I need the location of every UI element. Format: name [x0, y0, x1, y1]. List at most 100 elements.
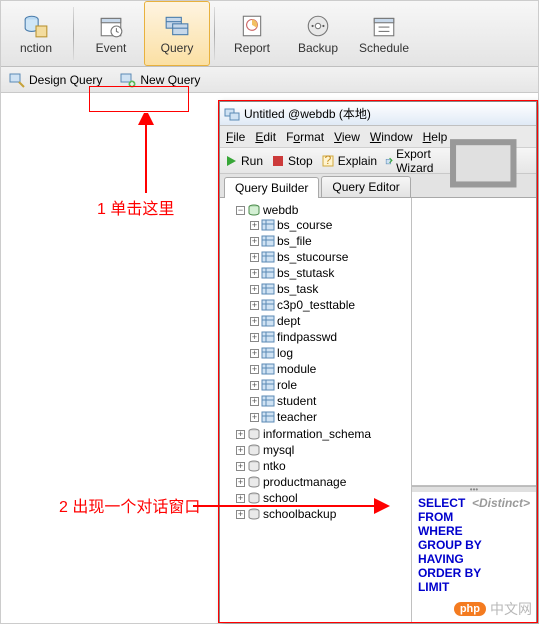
toolbar-schedule[interactable]: Schedule [351, 1, 417, 66]
dialog-title-text: Untitled @webdb (本地) [244, 105, 371, 122]
tree-table[interactable]: + bs_stutask [250, 266, 409, 280]
tree-table-label: role [277, 378, 297, 392]
stop-button[interactable]: Stop [271, 154, 313, 168]
expand-icon[interactable]: + [236, 494, 245, 503]
table-icon [261, 298, 275, 312]
builder-area: − webdb +bs_course+bs_file+bs_stucourse+… [220, 198, 536, 622]
sql-having: HAVING [418, 552, 530, 566]
tree-table[interactable]: + role [250, 378, 409, 392]
toolbar-event-label: Event [96, 41, 127, 55]
svg-text:?: ? [324, 154, 331, 167]
tree-table-label: student [277, 394, 316, 408]
explain-button[interactable]: ? Explain [321, 154, 377, 168]
tree-table[interactable]: +dept [250, 314, 409, 328]
expand-icon[interactable]: + [250, 285, 259, 294]
expand-icon[interactable]: + [250, 237, 259, 246]
export-icon [385, 154, 393, 168]
annotation-step2: 2 出现一个对话窗口 [59, 493, 200, 517]
expand-icon[interactable]: + [236, 430, 245, 439]
toolbar-query[interactable]: Query [144, 1, 210, 66]
expand-icon[interactable]: + [250, 269, 259, 278]
expand-icon[interactable]: + [250, 301, 259, 310]
watermark-text: 中文网 [490, 599, 532, 619]
tree-table[interactable]: + findpasswd [250, 330, 409, 344]
tree-db-webdb[interactable]: − webdb [236, 203, 409, 217]
tree-table[interactable]: + log [250, 346, 409, 360]
tree-table[interactable]: +c3p0_testtable [250, 298, 409, 312]
menu-edit[interactable]: Edit [255, 130, 276, 144]
query-icon [164, 13, 190, 39]
expand-icon[interactable]: + [236, 446, 245, 455]
tree-db[interactable]: + schoolbackup [236, 507, 409, 521]
tree-table-label: teacher [277, 410, 317, 424]
tree-table-label: findpasswd [277, 330, 337, 344]
run-button[interactable]: Run [224, 154, 263, 168]
tree-db[interactable]: + productmanage [236, 475, 409, 489]
expand-icon[interactable]: + [236, 478, 245, 487]
menu-file[interactable]: File [226, 130, 245, 144]
toolbar-report[interactable]: Report [219, 1, 285, 66]
export-wizard-button[interactable]: Export Wizard [385, 147, 439, 175]
tree-table-label: module [277, 362, 316, 376]
sql-orderby: ORDER BY [418, 566, 530, 580]
tree-table[interactable]: +bs_task [250, 282, 409, 296]
tree-table[interactable]: +bs_course [250, 218, 409, 232]
expand-icon[interactable]: + [250, 413, 259, 422]
toolbar-connection[interactable]: nction [3, 1, 69, 66]
table-icon [261, 362, 275, 376]
expand-icon[interactable]: + [250, 333, 259, 342]
tab-query-builder[interactable]: Query Builder [224, 177, 319, 198]
tree-table[interactable]: + module [250, 362, 409, 376]
database-icon [247, 427, 261, 441]
expand-icon[interactable]: + [250, 365, 259, 374]
new-query-label: New Query [140, 73, 200, 87]
new-query-button[interactable]: New Query [116, 70, 204, 90]
table-icon [261, 266, 275, 280]
toolbar-schedule-label: Schedule [359, 41, 409, 55]
tree-table[interactable]: + teacher [250, 410, 409, 424]
tree-db-label: productmanage [263, 475, 346, 489]
toolbar-event[interactable]: Event [78, 1, 144, 66]
backup-icon [305, 13, 331, 39]
toolbar-report-label: Report [234, 41, 270, 55]
tree-db[interactable]: +school [236, 491, 409, 505]
tree-db[interactable]: +ntko [236, 459, 409, 473]
database-icon [247, 459, 261, 473]
tree-table[interactable]: + student [250, 394, 409, 408]
tree-db[interactable]: +information_schema [236, 427, 409, 441]
schema-tree-pane[interactable]: − webdb +bs_course+bs_file+bs_stucourse+… [220, 198, 412, 622]
expand-icon[interactable]: + [250, 397, 259, 406]
tree-table-label: bs_stutask [277, 266, 334, 280]
expand-icon[interactable]: + [250, 221, 259, 230]
watermark: php 中文网 [454, 599, 532, 619]
menu-window[interactable]: Window [370, 130, 413, 144]
table-icon [261, 218, 275, 232]
toolbar-backup[interactable]: Backup [285, 1, 351, 66]
query-dialog: Untitled @webdb (本地) File Edit Format Vi… [219, 101, 537, 623]
expand-icon[interactable]: + [236, 510, 245, 519]
stop-label: Stop [288, 154, 313, 168]
tree-table-label: log [277, 346, 293, 360]
menu-help[interactable]: Help [423, 130, 448, 144]
tab-query-editor[interactable]: Query Editor [321, 176, 410, 197]
tree-db[interactable]: +mysql [236, 443, 409, 457]
tree-table-label: bs_file [277, 234, 312, 248]
design-query-button[interactable]: Design Query [5, 70, 106, 90]
tree-table[interactable]: + bs_file [250, 234, 409, 248]
tree-db-label: webdb [263, 203, 298, 217]
expand-icon[interactable]: + [236, 462, 245, 471]
expand-icon[interactable]: + [250, 317, 259, 326]
menu-format[interactable]: Format [286, 130, 324, 144]
table-icon [261, 282, 275, 296]
query-canvas[interactable] [412, 198, 536, 486]
expand-icon[interactable]: + [250, 253, 259, 262]
expand-icon[interactable]: + [250, 349, 259, 358]
menu-view[interactable]: View [334, 130, 360, 144]
tree-table-label: bs_stucourse [277, 250, 348, 264]
new-query-icon [120, 72, 136, 88]
collapse-icon[interactable]: − [236, 206, 245, 215]
expand-icon[interactable]: + [250, 381, 259, 390]
tree-table[interactable]: + bs_stucourse [250, 250, 409, 264]
tree-db-label: schoolbackup [263, 507, 336, 521]
dropdown-separator-icon[interactable] [447, 118, 532, 203]
